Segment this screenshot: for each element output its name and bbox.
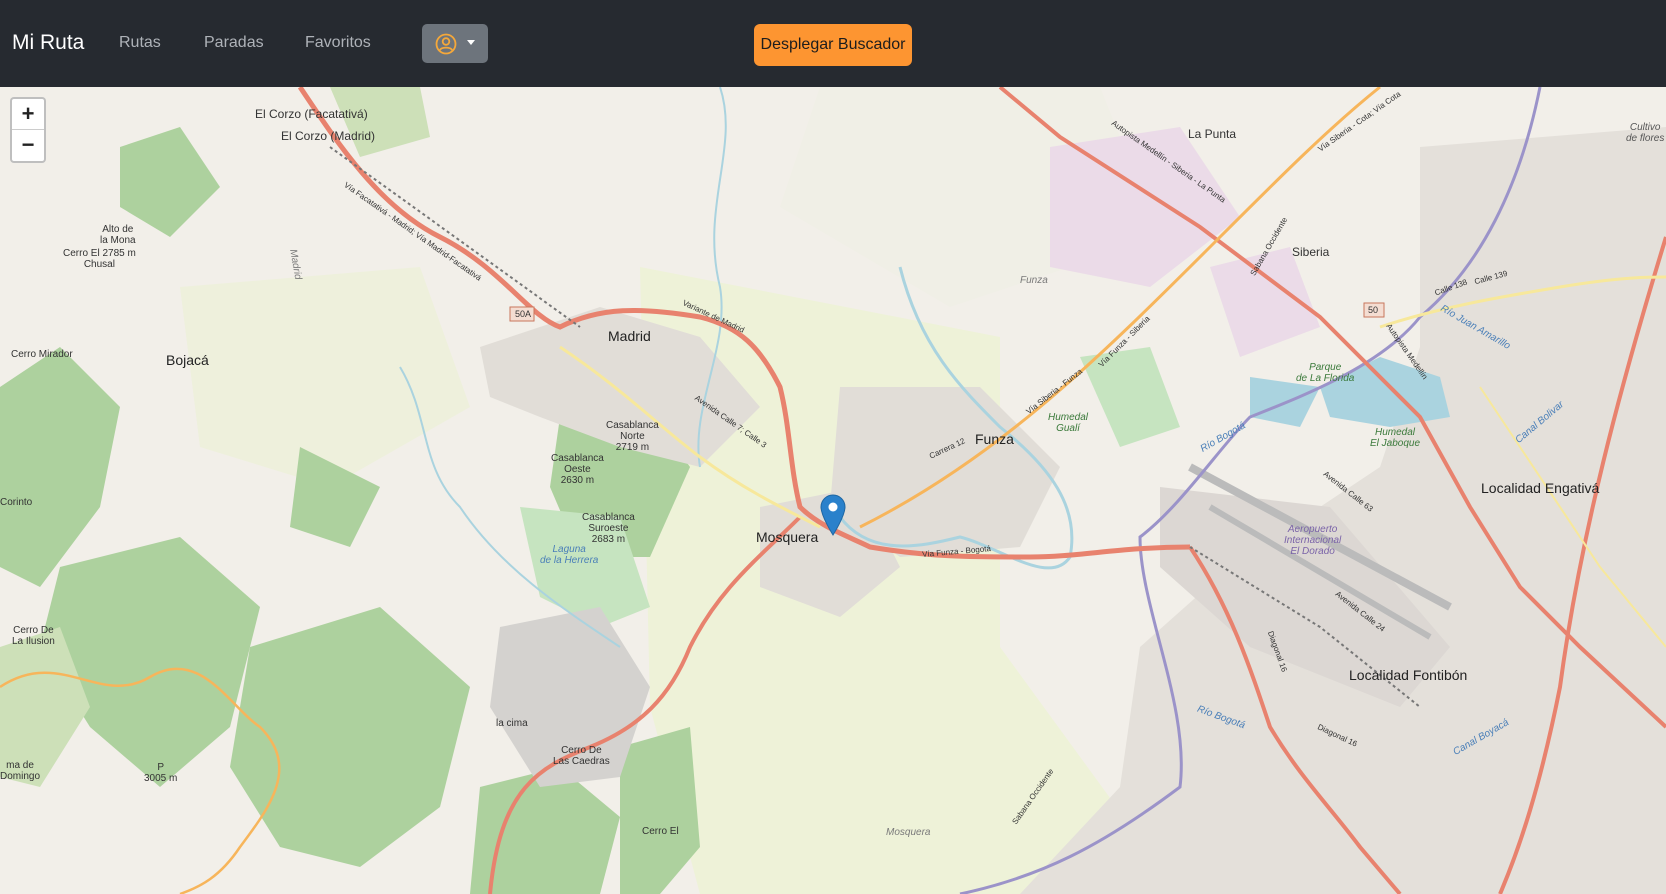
- peak-label: Cerro El: [642, 826, 679, 837]
- zoom-in-button[interactable]: +: [12, 99, 44, 130]
- nav-link-paradas[interactable]: Paradas: [204, 34, 264, 52]
- road-shield-50a: 50A: [515, 309, 532, 319]
- peak-label: Casablanca Oeste 2630 m: [551, 453, 604, 486]
- brand-logo[interactable]: Mi Ruta: [12, 31, 84, 55]
- city-label-funza: Funza: [975, 431, 1014, 447]
- nav-link-rutas[interactable]: Rutas: [119, 34, 161, 52]
- peak-label: ma de Domingo: [0, 760, 41, 782]
- peak-label: Corinto: [0, 497, 33, 508]
- peak-label: Casablanca Suroeste 2683 m: [582, 512, 635, 545]
- map-pin-icon[interactable]: [820, 494, 846, 536]
- chevron-down-icon: [467, 40, 475, 45]
- zoom-out-button[interactable]: −: [12, 130, 44, 160]
- peak-label: Cerro El 2785 m Chusal: [63, 248, 136, 270]
- user-circle-icon: [435, 33, 457, 55]
- peak-label: Cerro De La Ilusion: [12, 625, 55, 647]
- search-toggle-button[interactable]: Desplegar Buscador: [754, 24, 912, 66]
- place-label: El Corzo (Madrid): [281, 129, 376, 143]
- road-shield-50: 50: [1368, 305, 1379, 315]
- user-menu-dropdown[interactable]: [422, 24, 488, 63]
- place-label: Siberia: [1292, 245, 1330, 259]
- park-label: Humedal Gualí: [1048, 412, 1089, 434]
- city-label-mosquera: Mosquera: [756, 529, 819, 545]
- peak-label: la cima: [496, 718, 528, 729]
- park-label: Parque de La Florida: [1296, 362, 1355, 384]
- map-canvas[interactable]: + − El Corzo (Facatativá) El Corzo (Madr…: [0, 87, 1666, 894]
- place-label: Mosquera: [886, 827, 931, 838]
- place-label: Funza: [1020, 275, 1048, 286]
- city-label-madrid: Madrid: [608, 328, 651, 344]
- place-label: La Punta: [1188, 127, 1237, 141]
- zoom-control: + −: [10, 97, 46, 163]
- peak-label: Cerro Mirador: [11, 349, 73, 360]
- map-tiles: [0, 87, 1666, 894]
- city-label-bojaca: Bojacá: [166, 352, 209, 368]
- peak-label: Alto de la Mona: [100, 224, 136, 246]
- peak-label: P 3005 m: [144, 762, 178, 784]
- locality-label-engativa: Localidad Engativá: [1481, 480, 1600, 496]
- park-label: Cultivo de flores: [1626, 122, 1665, 144]
- navbar: Mi Ruta Rutas Paradas Favoritos Desplega…: [0, 0, 1666, 87]
- water-label: Laguna de la Herrera: [540, 544, 599, 566]
- nav-link-favoritos[interactable]: Favoritos: [305, 34, 371, 52]
- peak-label: Cerro De Las Caedras: [553, 745, 610, 767]
- park-label: Humedal El Jaboque: [1370, 427, 1421, 449]
- locality-label-fontibon: Localidad Fontibón: [1349, 667, 1468, 683]
- place-label: El Corzo (Facatativá): [255, 107, 368, 121]
- peak-label: Casablanca Norte 2719 m: [606, 420, 659, 453]
- airport-label: Aeropuerto Internacional El Dorado: [1284, 524, 1342, 557]
